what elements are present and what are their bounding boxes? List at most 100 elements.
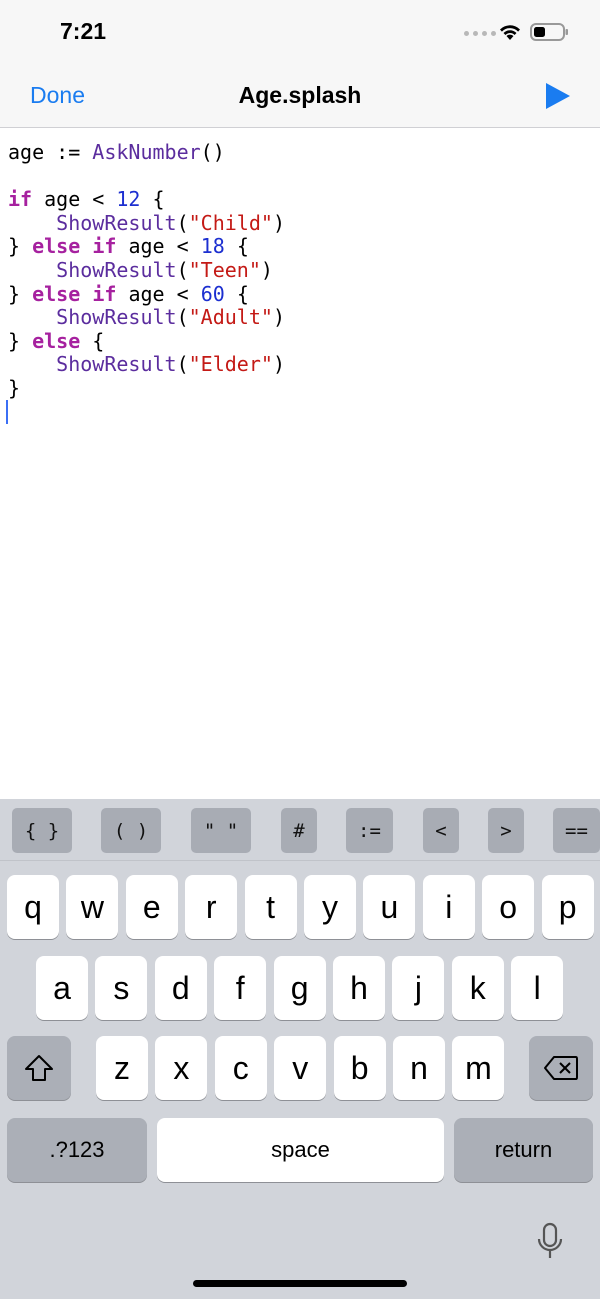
code-token: else xyxy=(32,328,81,353)
code-token: { xyxy=(80,328,105,353)
key-p[interactable]: p xyxy=(541,875,594,939)
accessory-key[interactable]: := xyxy=(346,808,393,853)
accessory-key[interactable]: < xyxy=(423,808,459,853)
home-indicator xyxy=(193,1280,407,1287)
code-token: "Elder" xyxy=(188,352,273,377)
code-line: ShowResult("Child") xyxy=(8,210,285,236)
code-token: age := xyxy=(8,140,93,164)
code-line: ShowResult("Elder") xyxy=(8,353,285,377)
key-d[interactable]: d xyxy=(154,956,207,1020)
wifi-icon xyxy=(500,25,520,40)
code-text[interactable]: age := AskNumber() if age < 12 { ShowResu… xyxy=(8,140,285,401)
page-title: Age.splash xyxy=(238,82,362,108)
key-w[interactable]: w xyxy=(66,875,119,939)
accessory-key[interactable]: ( ) xyxy=(101,808,161,853)
key-n[interactable]: n xyxy=(393,1036,445,1100)
code-token: "Adult" xyxy=(188,305,273,330)
delete-key[interactable] xyxy=(529,1036,593,1100)
key-i[interactable]: i xyxy=(422,875,475,939)
key-s[interactable]: s xyxy=(95,956,148,1020)
key-e[interactable]: e xyxy=(125,875,178,939)
code-token: age < xyxy=(116,234,201,259)
code-token: age < xyxy=(116,281,201,306)
code-line: } xyxy=(8,375,285,401)
accessory-key[interactable]: > xyxy=(488,808,524,853)
code-token: "Child" xyxy=(188,210,273,235)
code-token: "Teen" xyxy=(188,257,261,282)
code-token: ShowResult xyxy=(56,352,177,377)
return-key[interactable]: return xyxy=(454,1118,593,1182)
accessory-key[interactable]: { } xyxy=(12,808,72,853)
code-token: if xyxy=(92,234,117,259)
code-line: } else { xyxy=(8,328,285,354)
code-token: 12 xyxy=(116,187,141,212)
code-token: ( xyxy=(176,257,189,282)
key-u[interactable]: u xyxy=(363,875,416,939)
code-token: { xyxy=(140,187,165,212)
key-g[interactable]: g xyxy=(273,956,326,1020)
key-q[interactable]: q xyxy=(7,875,59,939)
code-token: if xyxy=(8,187,33,212)
code-line: } else if age < 60 { xyxy=(8,281,285,307)
navigation-bar: Done Age.splash xyxy=(0,64,600,128)
key-x[interactable]: x xyxy=(155,1036,208,1100)
accessory-key[interactable]: == xyxy=(553,808,600,853)
key-y[interactable]: y xyxy=(304,875,356,939)
cellular-signal-icon xyxy=(464,31,496,36)
code-token: 18 xyxy=(200,234,225,259)
code-token: () xyxy=(200,140,225,164)
key-j[interactable]: j xyxy=(392,956,445,1020)
key-z[interactable]: z xyxy=(96,1036,148,1100)
key-c[interactable]: c xyxy=(214,1036,267,1100)
microphone-icon[interactable] xyxy=(536,1222,564,1262)
key-m[interactable]: m xyxy=(452,1036,505,1100)
key-h[interactable]: h xyxy=(333,956,385,1020)
code-token: ) xyxy=(272,352,285,377)
battery-icon xyxy=(530,23,568,41)
code-token: else xyxy=(32,281,81,306)
shift-key[interactable] xyxy=(7,1036,71,1100)
code-token: { xyxy=(224,281,249,306)
key-o[interactable]: o xyxy=(482,875,535,939)
code-token: } xyxy=(8,328,33,353)
code-token: else xyxy=(32,234,81,259)
code-token: } xyxy=(8,375,21,400)
code-token: 60 xyxy=(200,281,225,306)
key-f[interactable]: f xyxy=(214,956,267,1020)
play-icon[interactable] xyxy=(543,81,573,111)
delete-icon xyxy=(544,1056,578,1080)
key-l[interactable]: l xyxy=(511,956,564,1020)
code-line: ShowResult("Teen") xyxy=(8,257,285,283)
key-b[interactable]: b xyxy=(333,1036,386,1100)
key-v[interactable]: v xyxy=(274,1036,327,1100)
shift-icon xyxy=(25,1055,53,1081)
numbers-key[interactable]: .?123 xyxy=(7,1118,147,1182)
code-token: } xyxy=(8,234,33,259)
code-line: } else if age < 18 { xyxy=(8,235,285,259)
key-k[interactable]: k xyxy=(451,956,504,1020)
code-token: age < xyxy=(32,187,117,212)
code-token: { xyxy=(224,234,249,259)
accessory-key[interactable]: # xyxy=(281,808,317,853)
code-token: ) xyxy=(272,210,285,235)
code-token: } xyxy=(8,281,33,306)
keyboard-accessory-bar: { } ( ) " " # := < > == xyxy=(0,799,600,861)
status-time: 7:21 xyxy=(60,18,107,44)
space-key[interactable]: space xyxy=(157,1118,444,1182)
code-token: ShowResult xyxy=(56,305,177,330)
code-token: ShowResult xyxy=(56,257,177,282)
code-token: ( xyxy=(176,305,189,330)
key-r[interactable]: r xyxy=(185,875,238,939)
key-t[interactable]: t xyxy=(244,875,297,939)
code-editor[interactable]: age := AskNumber() if age < 12 { ShowResu… xyxy=(0,129,600,799)
key-a[interactable]: a xyxy=(36,956,88,1020)
accessory-key[interactable]: " " xyxy=(191,808,251,853)
status-bar: 7:21 xyxy=(0,0,600,64)
code-line: age := AskNumber() xyxy=(8,140,285,165)
